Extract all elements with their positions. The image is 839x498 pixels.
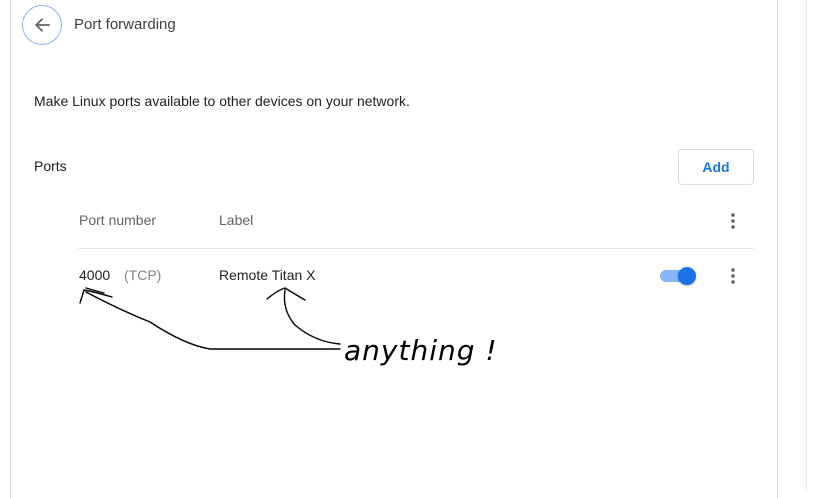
settings-panel — [10, 0, 778, 498]
header-more-menu-button[interactable] — [723, 209, 743, 233]
more-vert-icon — [731, 268, 735, 284]
more-vert-icon — [731, 213, 735, 229]
panel-edge — [806, 0, 807, 491]
port-number-value: 4000 — [79, 267, 111, 283]
toggle-knob — [678, 267, 696, 285]
ports-section-label: Ports — [34, 158, 67, 174]
add-port-button[interactable]: Add — [678, 149, 754, 185]
back-button[interactable] — [22, 5, 62, 45]
port-label-value: Remote Titan X — [219, 267, 316, 283]
column-header-port-number: Port number — [79, 212, 157, 228]
column-header-label: Label — [219, 212, 254, 228]
arrow-left-icon — [35, 18, 50, 32]
port-protocol: (TCP) — [124, 267, 162, 283]
table-divider — [78, 248, 754, 249]
page-description: Make Linux ports available to other devi… — [34, 93, 410, 109]
page-title: Port forwarding — [74, 16, 176, 33]
port-enabled-toggle[interactable] — [660, 267, 696, 285]
row-more-menu-button[interactable] — [723, 264, 743, 288]
